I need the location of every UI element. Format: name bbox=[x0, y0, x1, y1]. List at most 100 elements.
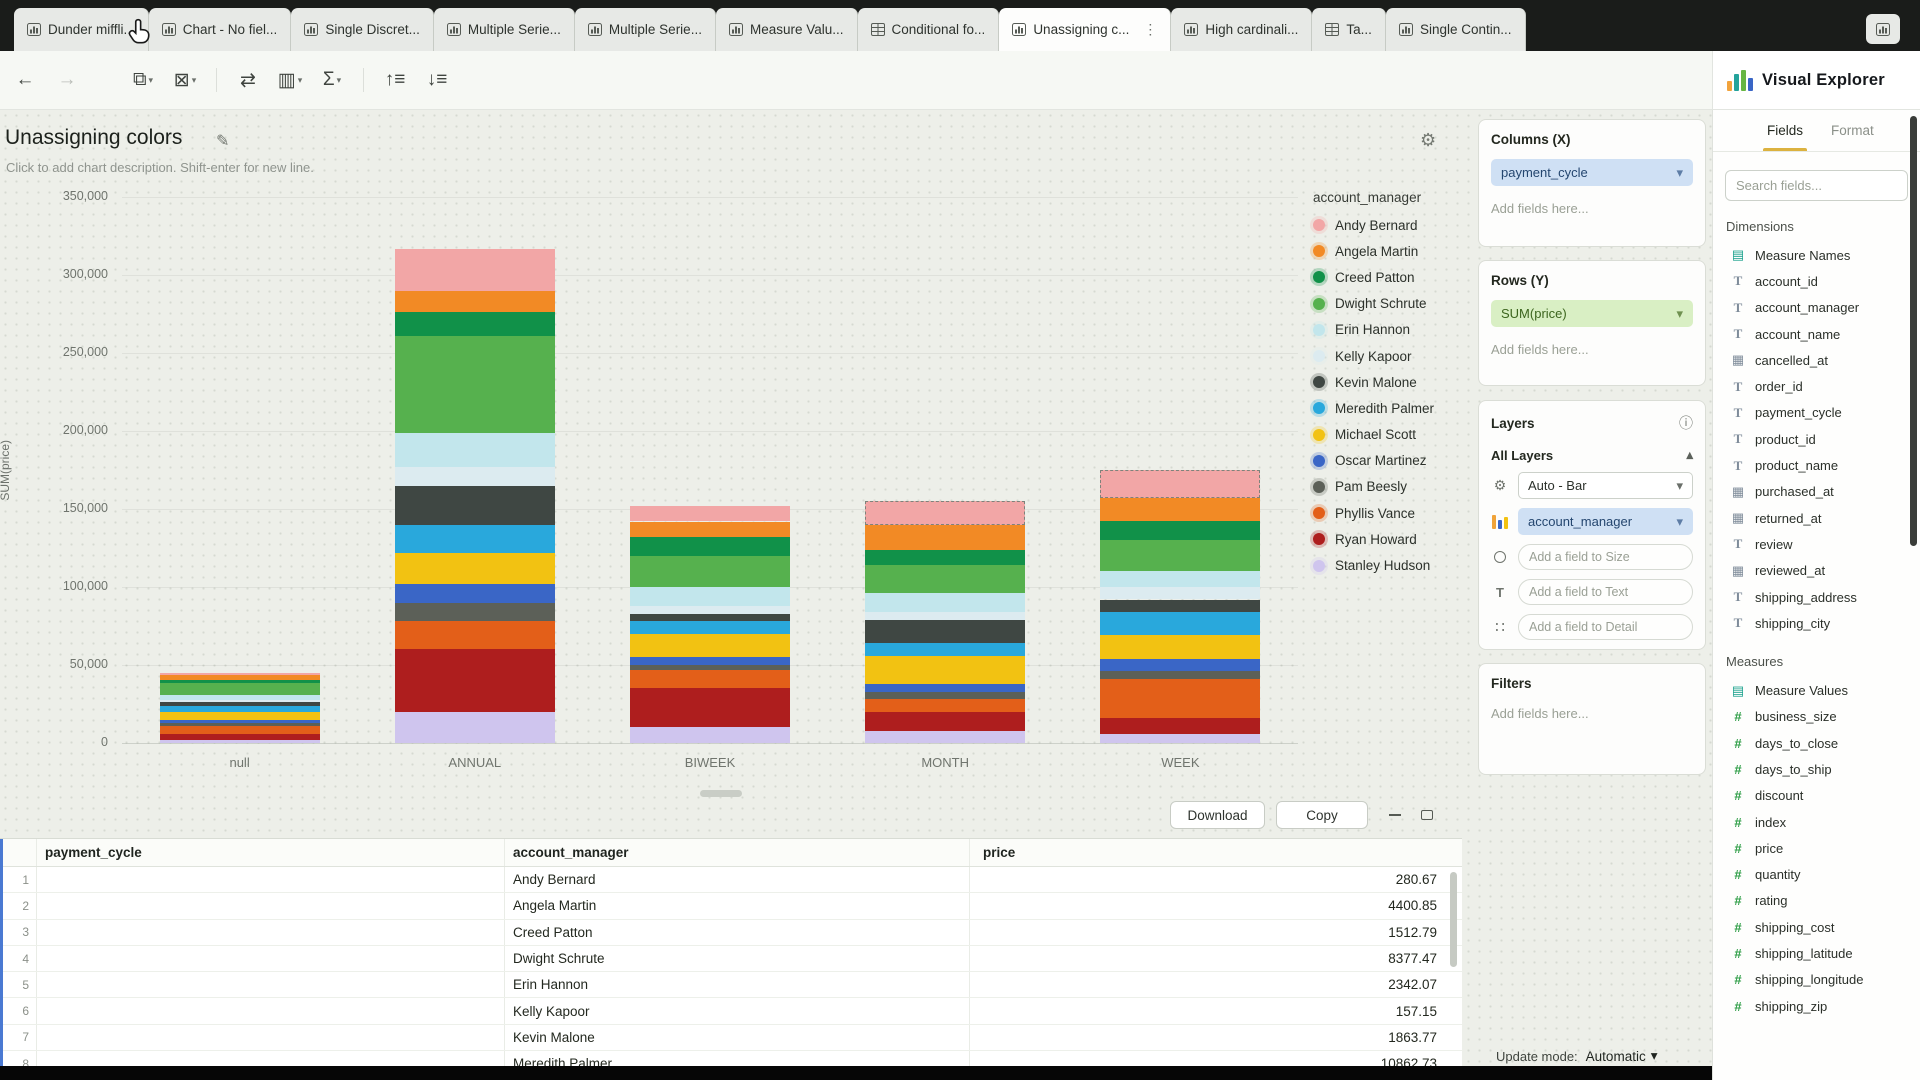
bar-segment-stanley-hudson[interactable] bbox=[160, 740, 320, 743]
field-rating[interactable]: #rating bbox=[1713, 888, 1920, 914]
bar-segment-michael-scott[interactable] bbox=[630, 634, 790, 657]
legend-item-kelly-kapoor[interactable]: Kelly Kapoor bbox=[1313, 343, 1483, 369]
legend-item-dwight-schrute[interactable]: Dwight Schrute bbox=[1313, 291, 1483, 317]
tab-format[interactable]: Format bbox=[1831, 110, 1874, 151]
tab-menu-icon[interactable]: ⋮ bbox=[1143, 21, 1157, 38]
column-header-account-manager[interactable]: account_manager bbox=[505, 839, 970, 866]
legend-item-oscar-martinez[interactable]: Oscar Martinez bbox=[1313, 448, 1483, 474]
bar-segment-kelly-kapoor[interactable] bbox=[1100, 587, 1260, 599]
columns-add-fields-placeholder[interactable]: Add fields here... bbox=[1491, 201, 1693, 216]
chart-description-placeholder[interactable]: Click to add chart description. Shift-en… bbox=[6, 160, 314, 175]
bar-segment-phyllis-vance[interactable] bbox=[160, 726, 320, 734]
field-purchased-at[interactable]: ▦purchased_at bbox=[1713, 479, 1920, 505]
minimize-table-icon[interactable] bbox=[1383, 804, 1407, 826]
bar-segment-angela-martin[interactable] bbox=[630, 522, 790, 538]
field-product-name[interactable]: Tproduct_name bbox=[1713, 452, 1920, 478]
bar-annual[interactable] bbox=[395, 248, 555, 743]
bar-segment-creed-patton[interactable] bbox=[395, 312, 555, 335]
bar-segment-erin-hannon[interactable] bbox=[630, 587, 790, 606]
bar-segment-creed-patton[interactable] bbox=[1100, 521, 1260, 540]
download-button[interactable]: Download bbox=[1170, 801, 1265, 829]
bar-segment-erin-hannon[interactable] bbox=[395, 433, 555, 467]
tab-high-cardinali[interactable]: High cardinali... bbox=[1171, 8, 1312, 51]
bar-segment-pam-beesly[interactable] bbox=[395, 603, 555, 622]
bar-segment-andy-bernard[interactable] bbox=[395, 249, 555, 291]
bar-segment-kelly-kapoor[interactable] bbox=[630, 606, 790, 614]
filters-add-fields-placeholder[interactable]: Add fields here... bbox=[1491, 706, 1693, 721]
bar-segment-phyllis-vance[interactable] bbox=[395, 621, 555, 649]
table-row-1[interactable]: 1Andy Bernard280.67 bbox=[0, 867, 1462, 893]
bar-segment-pam-beesly[interactable] bbox=[1100, 671, 1260, 679]
bar-segment-kevin-malone[interactable] bbox=[395, 486, 555, 525]
field-payment-cycle[interactable]: Tpayment_cycle bbox=[1713, 400, 1920, 426]
copy-button[interactable]: Copy bbox=[1276, 801, 1368, 829]
bar-segment-ryan-howard[interactable] bbox=[395, 649, 555, 711]
sort-descending-icon[interactable]: ↓≡ bbox=[422, 64, 452, 96]
bar-segment-kelly-kapoor[interactable] bbox=[395, 467, 555, 486]
bar-segment-ryan-howard[interactable] bbox=[865, 712, 1025, 731]
bar-segment-pam-beesly[interactable] bbox=[160, 723, 320, 726]
bar-week[interactable] bbox=[1100, 470, 1260, 743]
tab-single-contin[interactable]: Single Contin... bbox=[1386, 8, 1526, 51]
bar-segment-ryan-howard[interactable] bbox=[160, 734, 320, 740]
bar-segment-angela-martin[interactable] bbox=[1100, 498, 1260, 521]
bar-biweek[interactable] bbox=[630, 505, 790, 743]
back-arrow-icon[interactable]: ← bbox=[10, 64, 40, 96]
field-shipping-city[interactable]: Tshipping_city bbox=[1713, 610, 1920, 636]
bar-segment-ryan-howard[interactable] bbox=[630, 688, 790, 727]
chart-title[interactable]: Unassigning colors bbox=[5, 126, 182, 150]
field-days-to-ship[interactable]: #days_to_ship bbox=[1713, 756, 1920, 782]
field-shipping-zip[interactable]: #shipping_zip bbox=[1713, 993, 1920, 1019]
field-measure-names[interactable]: ▤Measure Names bbox=[1713, 242, 1920, 268]
update-mode-select[interactable]: Automatic bbox=[1586, 1048, 1658, 1064]
duplicate-chart-icon[interactable]: ⧉▾ bbox=[128, 64, 158, 96]
bar-segment-oscar-martinez[interactable] bbox=[865, 684, 1025, 692]
table-scrollbar[interactable] bbox=[1450, 872, 1457, 967]
legend-item-erin-hannon[interactable]: Erin Hannon bbox=[1313, 317, 1483, 343]
field-shipping-latitude[interactable]: #shipping_latitude bbox=[1713, 940, 1920, 966]
field-price[interactable]: #price bbox=[1713, 835, 1920, 861]
aggregate-sigma-icon[interactable]: Σ▾ bbox=[317, 64, 347, 96]
legend-item-angela-martin[interactable]: Angela Martin bbox=[1313, 238, 1483, 264]
bar-segment-erin-hannon[interactable] bbox=[1100, 571, 1260, 587]
field-reviewed-at[interactable]: ▦reviewed_at bbox=[1713, 558, 1920, 584]
color-field-pill[interactable]: account_manager bbox=[1518, 508, 1693, 535]
bar-segment-meredith-palmer[interactable] bbox=[395, 525, 555, 553]
bar-segment-kelly-kapoor[interactable] bbox=[160, 700, 320, 702]
bar-segment-stanley-hudson[interactable] bbox=[1100, 734, 1260, 743]
column-header-payment-cycle[interactable]: payment_cycle bbox=[37, 839, 505, 866]
field-order-id[interactable]: Torder_id bbox=[1713, 373, 1920, 399]
legend-item-andy-bernard[interactable]: Andy Bernard bbox=[1313, 212, 1483, 238]
overflow-tab-button[interactable] bbox=[1866, 14, 1900, 44]
field-shipping-cost[interactable]: #shipping_cost bbox=[1713, 914, 1920, 940]
legend-item-michael-scott[interactable]: Michael Scott bbox=[1313, 422, 1483, 448]
bar-segment-dwight-schrute[interactable] bbox=[865, 565, 1025, 593]
tab-ta[interactable]: Ta... bbox=[1312, 8, 1386, 51]
tab-single-discret[interactable]: Single Discret... bbox=[291, 8, 434, 51]
tab-multiple-serie[interactable]: Multiple Serie... bbox=[434, 8, 575, 51]
field-account-manager[interactable]: Taccount_manager bbox=[1713, 295, 1920, 321]
bar-segment-erin-hannon[interactable] bbox=[865, 593, 1025, 612]
bar-segment-kevin-malone[interactable] bbox=[1100, 600, 1260, 612]
field-returned-at[interactable]: ▦returned_at bbox=[1713, 505, 1920, 531]
field-account-id[interactable]: Taccount_id bbox=[1713, 268, 1920, 294]
bar-segment-meredith-palmer[interactable] bbox=[865, 643, 1025, 655]
bar-segment-andy-bernard[interactable] bbox=[630, 506, 790, 522]
bar-segment-andy-bernard[interactable] bbox=[865, 501, 1025, 524]
horizontal-scrollbar[interactable] bbox=[700, 790, 742, 797]
field-index[interactable]: #index bbox=[1713, 809, 1920, 835]
field-review[interactable]: Treview bbox=[1713, 531, 1920, 557]
info-icon[interactable] bbox=[1679, 413, 1693, 433]
bar-segment-kevin-malone[interactable] bbox=[630, 614, 790, 622]
chart-settings-gear-icon[interactable] bbox=[1420, 130, 1436, 151]
swap-axes-icon[interactable]: ⇄ bbox=[233, 64, 263, 96]
bar-segment-creed-patton[interactable] bbox=[160, 680, 320, 683]
tab-conditional-fo[interactable]: Conditional fo... bbox=[858, 8, 1000, 51]
bar-segment-stanley-hudson[interactable] bbox=[630, 727, 790, 743]
table-row-3[interactable]: 3Creed Patton1512.79 bbox=[0, 920, 1462, 946]
bar-segment-oscar-martinez[interactable] bbox=[1100, 659, 1260, 671]
fields-scrollbar[interactable] bbox=[1910, 116, 1917, 546]
tab-chart-no-fiel[interactable]: Chart - No fiel... bbox=[149, 8, 292, 51]
tab-multiple-serie[interactable]: Multiple Serie... bbox=[575, 8, 716, 51]
bar-segment-meredith-palmer[interactable] bbox=[630, 621, 790, 633]
